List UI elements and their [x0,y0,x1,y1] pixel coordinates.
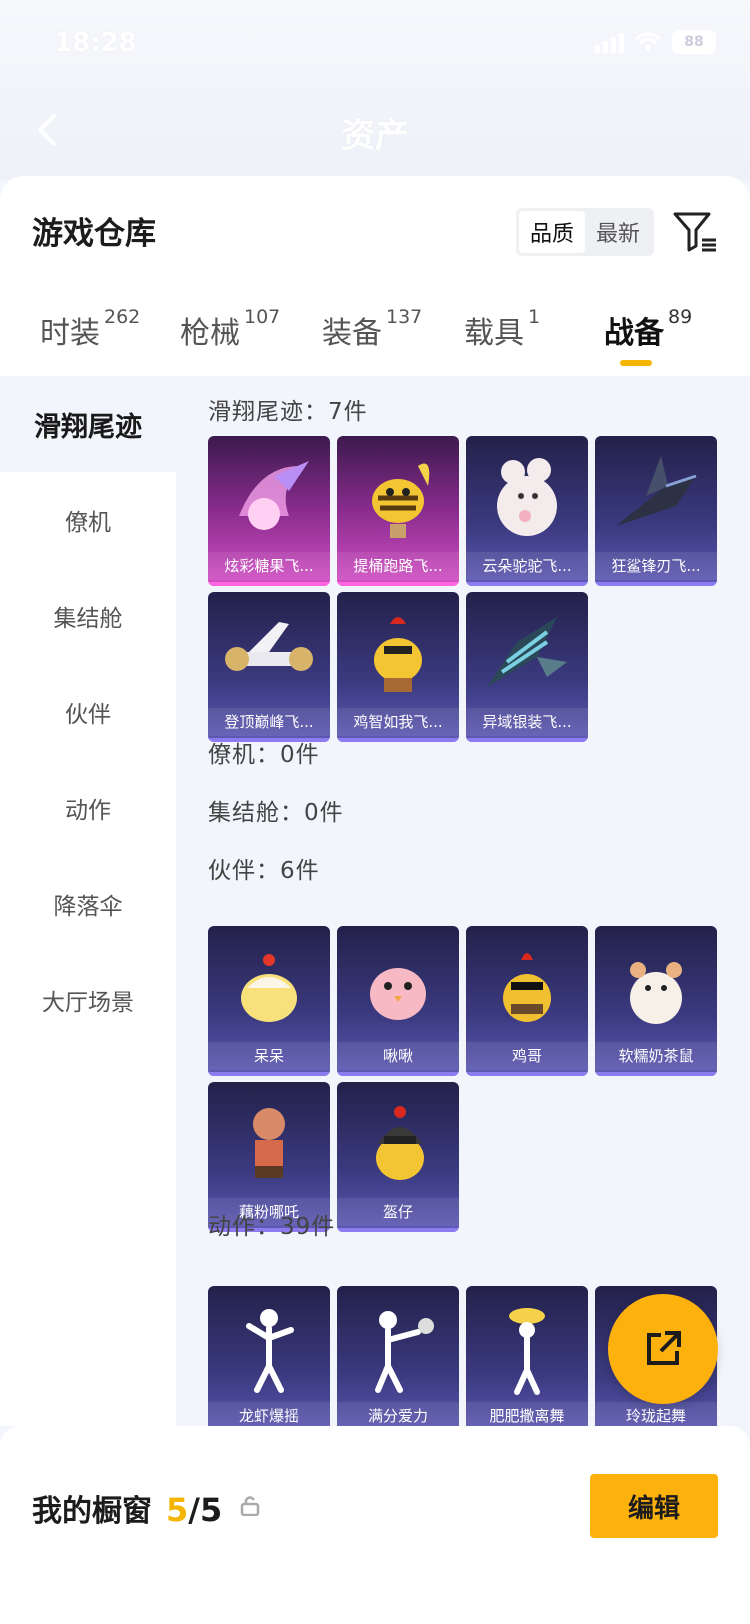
showcase-total: /5 [188,1491,223,1529]
item-card[interactable]: 异域银装飞... [466,592,588,742]
item-card[interactable]: 啾啾 [337,926,459,1076]
item-card[interactable]: 龙虾爆摇 [208,1286,330,1426]
section-title-pod: 集结舱：0件 [208,800,344,826]
item-card[interactable]: 炫彩糖果飞... [208,436,330,586]
warehouse-title: 游戏仓库 [32,216,156,252]
section-title-emote: 动作：39件 [208,1214,336,1240]
sort-quality-button[interactable]: 品质 [519,211,585,253]
tab-fashion[interactable]: 时装 262 [40,306,140,352]
wifi-icon [635,32,661,51]
item-card[interactable]: 鸡哥 [466,926,588,1076]
page-title: 资产 [341,116,409,156]
section-title-wingman: 僚机：0件 [208,742,320,768]
tab-guns[interactable]: 枪械 107 [180,306,280,352]
item-card[interactable]: 呆呆 [208,926,330,1076]
section-title-glide: 滑翔尾迹：7件 [208,399,368,425]
sort-newest-button[interactable]: 最新 [585,211,651,253]
chicken-glider-icon [374,617,422,692]
hamster-partner-icon [630,962,682,1024]
status-time: 18:28 [54,28,137,58]
nezha-partner-icon [253,1108,285,1178]
cool-chicken-partner-icon [503,953,551,1022]
sidebar: 滑翔尾迹 僚机 集结舱 伙伴 动作 降落伞 大厅场景 [0,376,176,1426]
tab-vehicles[interactable]: 载具 1 [464,306,540,352]
dancer-emote-icon [246,1309,294,1393]
item-card[interactable]: 软糯奶茶鼠 [595,926,717,1076]
bee-bucket-glider-icon [372,463,430,538]
sidebar-item-emote[interactable]: 动作 [0,760,176,856]
status-icons: 88 [595,30,716,54]
shark-blade-glider-icon [616,456,697,526]
sparkle-emote-icon [509,1308,545,1395]
item-card[interactable]: 登顶巅峰飞... [208,592,330,742]
silver-exotic-glider-icon [487,617,567,687]
sidebar-item-wingman[interactable]: 僚机 [0,472,176,568]
item-card[interactable]: 肥肥撒离舞 [466,1286,588,1426]
showcase-label: 我的橱窗 5 /5 [32,1491,223,1529]
tab-equipment[interactable]: 装备 137 [322,306,422,352]
pink-bird-partner-icon [370,968,426,1020]
figure-emote-icon [375,1311,434,1393]
sidebar-item-partner[interactable]: 伙伴 [0,664,176,760]
item-card[interactable]: 满分爱力 [337,1286,459,1426]
sidebar-item-lobby-scene[interactable]: 大厅场景 [0,952,176,1048]
category-tabs: 时装 262 枪械 107 装备 137 载具 1 战备 89 [0,300,750,360]
share-button[interactable] [608,1294,718,1404]
filter-icon[interactable] [672,210,718,254]
battery-indicator: 88 [672,30,716,54]
summit-glider-icon [225,622,313,671]
section-title-partner: 伙伴：6件 [208,858,320,884]
chick-partner-icon [241,954,297,1022]
items-panel: 滑翔尾迹：7件 炫彩糖果飞... 提桶跑路飞... 云朵驼驼飞... 狂鲨锋刃飞… [176,376,750,1426]
lock-icon [240,1496,260,1516]
item-card[interactable]: 鸡智如我飞... [337,592,459,742]
sidebar-item-glide-trail[interactable]: 滑翔尾迹 [0,376,176,472]
tab-combat-gear[interactable]: 战备 89 [604,306,692,352]
sidebar-item-assembly-pod[interactable]: 集结舱 [0,568,176,664]
helmet-chick-partner-icon [376,1106,424,1180]
cloud-alpaca-glider-icon [497,458,557,536]
signal-icon [595,31,624,53]
item-card[interactable]: 盔仔 [337,1082,459,1232]
item-card[interactable]: 提桶跑路飞... [337,436,459,586]
candy-glider-icon [239,461,309,530]
sort-toggle: 品质 最新 [516,208,654,256]
tab-active-indicator [620,360,652,366]
sidebar-item-parachute[interactable]: 降落伞 [0,856,176,952]
share-icon [647,1331,681,1365]
edit-button[interactable]: 编辑 [590,1474,718,1538]
item-card[interactable]: 云朵驼驼飞... [466,436,588,586]
app-header: 18:28 88 资产 [0,0,750,180]
showcase-count: 5 [166,1491,189,1529]
item-card[interactable]: 狂鲨锋刃飞... [595,436,717,586]
